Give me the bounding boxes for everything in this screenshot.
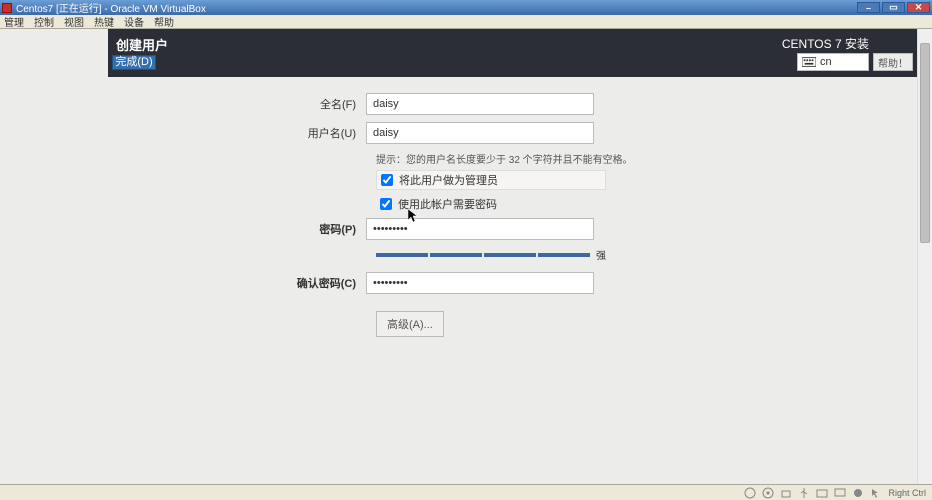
- strength-bar: [376, 253, 590, 257]
- fullname-row: 全名(F): [108, 93, 917, 115]
- strength-seg-2: [430, 253, 482, 257]
- menu-control[interactable]: 控制: [34, 14, 54, 29]
- strength-text: 强: [596, 247, 606, 262]
- usb-icon: [798, 487, 810, 499]
- minimize-button[interactable]: –: [857, 2, 880, 13]
- confirm-row: 确认密码(C): [108, 272, 917, 294]
- fullname-input[interactable]: [366, 93, 594, 115]
- username-input[interactable]: [366, 122, 594, 144]
- virtualbox-icon: [2, 3, 12, 13]
- make-admin-label: 将此用户做为管理员: [399, 172, 498, 188]
- window-buttons: – ▭ ✕: [857, 2, 930, 13]
- window-titlebar: Centos7 [正在运行] - Oracle VM VirtualBox – …: [0, 0, 932, 15]
- menu-help[interactable]: 帮助: [154, 14, 174, 29]
- page-title: 创建用户: [116, 35, 168, 54]
- username-label: 用户名(U): [108, 125, 366, 141]
- recording-icon: [852, 487, 864, 499]
- make-admin-row[interactable]: 将此用户做为管理员: [376, 170, 606, 190]
- shared-folder-icon: [816, 487, 828, 499]
- vm-content: 创建用户 完成(D) CENTOS 7 安装 cn 帮助！ 全名(F) 用户名(…: [108, 29, 932, 484]
- password-strength: 强: [376, 247, 917, 262]
- password-row: 密码(P): [108, 218, 917, 240]
- window-title: Centos7 [正在运行] - Oracle VM VirtualBox: [16, 0, 206, 15]
- optical-icon: [762, 487, 774, 499]
- menu-hotkeys[interactable]: 热键: [94, 14, 114, 29]
- menu-manage[interactable]: 管理: [4, 14, 24, 29]
- require-pw-checkbox[interactable]: [380, 198, 392, 210]
- password-input[interactable]: [366, 218, 594, 240]
- strength-seg-1: [376, 253, 428, 257]
- installer-screen: 创建用户 完成(D) CENTOS 7 安装 cn 帮助！ 全名(F) 用户名(…: [108, 29, 932, 484]
- mouse-integration-icon: [870, 487, 882, 499]
- keyboard-indicator[interactable]: cn: [797, 53, 869, 71]
- menu-view[interactable]: 视图: [64, 14, 84, 29]
- user-form: 全名(F) 用户名(U) 提示：您的用户名长度要少于 32 个字符并且不能有空格…: [108, 77, 917, 337]
- product-name: CENTOS 7 安装: [782, 35, 869, 52]
- username-hint: 提示：您的用户名长度要少于 32 个字符并且不能有空格。: [376, 151, 917, 166]
- help-button[interactable]: 帮助！: [873, 53, 913, 71]
- hdd-icon: [744, 487, 756, 499]
- menu-devices[interactable]: 设备: [124, 14, 144, 29]
- keyboard-layout: cn: [820, 56, 832, 68]
- vm-display: 创建用户 完成(D) CENTOS 7 安装 cn 帮助！ 全名(F) 用户名(…: [0, 29, 932, 484]
- strength-seg-4: [538, 253, 590, 257]
- scrollbar-thumb[interactable]: [920, 43, 930, 243]
- done-button[interactable]: 完成(D): [112, 55, 156, 70]
- confirm-input[interactable]: [366, 272, 594, 294]
- close-button[interactable]: ✕: [907, 2, 930, 13]
- fullname-label: 全名(F): [108, 96, 366, 112]
- status-bar: Right Ctrl: [0, 484, 932, 500]
- host-key-label: Right Ctrl: [888, 488, 926, 498]
- menu-bar: 管理 控制 视图 热键 设备 帮助: [0, 15, 932, 29]
- maximize-button[interactable]: ▭: [882, 2, 905, 13]
- username-row: 用户名(U): [108, 122, 917, 144]
- mouse-cursor-icon: [408, 209, 418, 223]
- installer-header: 创建用户 完成(D) CENTOS 7 安装 cn 帮助！: [108, 29, 917, 77]
- confirm-label: 确认密码(C): [108, 275, 366, 291]
- scrollbar[interactable]: [917, 29, 932, 484]
- make-admin-checkbox[interactable]: [381, 174, 393, 186]
- network-icon: [780, 487, 792, 499]
- advanced-button[interactable]: 高级(A)...: [376, 311, 444, 337]
- display-icon: [834, 487, 846, 499]
- keyboard-icon: [802, 57, 816, 67]
- password-label: 密码(P): [108, 221, 366, 237]
- strength-seg-3: [484, 253, 536, 257]
